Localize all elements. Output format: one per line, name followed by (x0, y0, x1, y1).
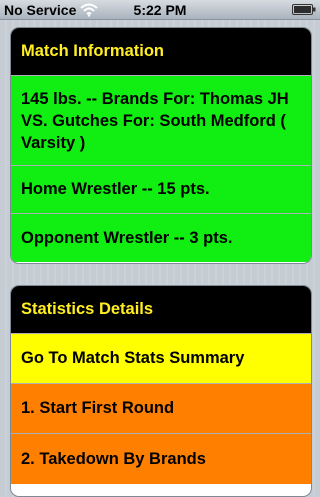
takedown-by-brands-cell[interactable]: 2. Takedown By Brands (11, 434, 311, 484)
battery-icon (292, 4, 316, 15)
statistics-details-header: Statistics Details (11, 286, 311, 334)
status-bar: No Service 5:22 PM (0, 0, 320, 20)
clock: 5:22 PM (133, 2, 187, 18)
match-information-group: Match Information 145 lbs. -- Brands For… (10, 27, 312, 264)
home-wrestler-cell[interactable]: Home Wrestler -- 15 pts. (11, 166, 311, 214)
match-information-header: Match Information (11, 28, 311, 76)
match-stats-summary-cell[interactable]: Go To Match Stats Summary (11, 334, 311, 384)
start-first-round-cell[interactable]: 1. Start First Round (11, 384, 311, 434)
statistics-details-group: Statistics Details Go To Match Stats Sum… (10, 285, 312, 497)
match-description-cell[interactable]: 145 lbs. -- Brands For: Thomas JH VS. Gu… (11, 76, 311, 166)
opponent-wrestler-cell[interactable]: Opponent Wrestler -- 3 pts. (11, 214, 311, 262)
